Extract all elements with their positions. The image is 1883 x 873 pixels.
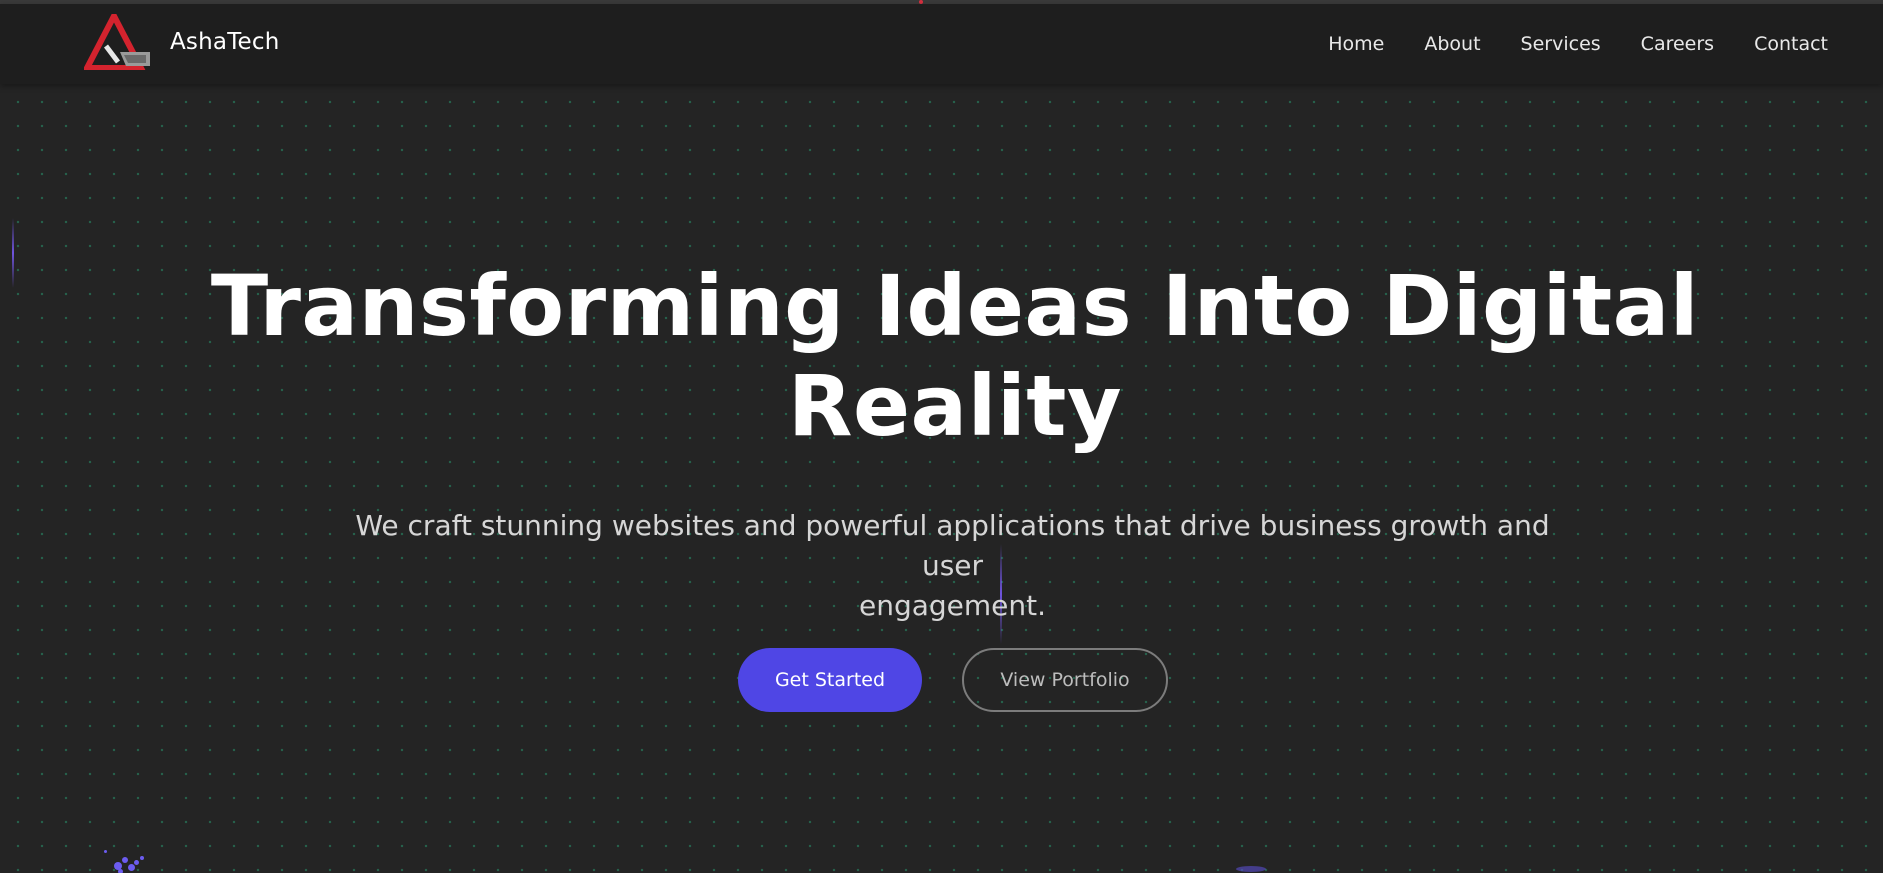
- view-portfolio-button[interactable]: View Portfolio: [962, 648, 1168, 712]
- nav-link-contact[interactable]: Contact: [1754, 33, 1828, 55]
- nav-link-home[interactable]: Home: [1328, 33, 1384, 55]
- landing-page: AshaTech Home About Services Careers Con…: [0, 0, 1883, 873]
- decorative-particle: [104, 850, 107, 853]
- nav-link-careers[interactable]: Careers: [1641, 33, 1714, 55]
- brand-home-link[interactable]: AshaTech: [84, 14, 280, 70]
- get-started-button[interactable]: Get Started: [738, 648, 922, 712]
- hero-title: Transforming Ideas Into Digital Reality: [140, 256, 1770, 456]
- decorative-particle: [134, 860, 139, 865]
- hero-subtitle-line-2: engagement.: [858, 589, 1047, 622]
- nav-link-services[interactable]: Services: [1521, 33, 1601, 55]
- hero-subtitle: We craft stunning websites and powerful …: [330, 506, 1575, 626]
- brand-name: AshaTech: [170, 29, 280, 55]
- nav-menu: Home About Services Careers Contact: [1328, 4, 1828, 84]
- decorative-particle: [128, 864, 135, 871]
- decorative-particle: [140, 856, 144, 860]
- navbar: AshaTech Home About Services Careers Con…: [0, 4, 1883, 84]
- nav-link-about[interactable]: About: [1424, 33, 1480, 55]
- hero-section: Transforming Ideas Into Digital Reality …: [0, 84, 1883, 873]
- decorative-glow: [1236, 866, 1266, 872]
- decorative-accent-line: [12, 218, 14, 288]
- decorative-particle: [118, 869, 123, 873]
- decorative-particle: [122, 857, 128, 863]
- ashatech-triangle-logo-icon: [84, 14, 150, 70]
- hero-subtitle-line-1: We craft stunning websites and powerful …: [355, 509, 1550, 582]
- hero-title-line-1: Transforming Ideas Into Digital: [210, 257, 1700, 355]
- hero-title-line-2: Reality: [787, 357, 1123, 455]
